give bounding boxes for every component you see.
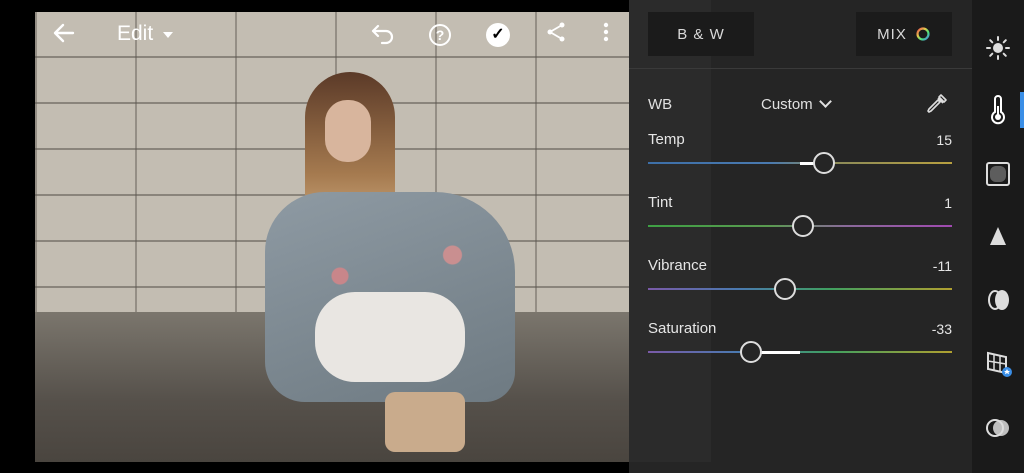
eyedropper-icon[interactable] bbox=[925, 92, 949, 116]
more-vertical-icon[interactable] bbox=[591, 20, 621, 50]
back-arrow-icon[interactable] bbox=[49, 20, 79, 50]
undo-icon[interactable] bbox=[368, 20, 398, 50]
saturation-label: Saturation bbox=[648, 320, 717, 337]
tool-rail bbox=[972, 0, 1024, 473]
tint-label: Tint bbox=[648, 194, 673, 211]
temp-value: 15 bbox=[936, 132, 952, 148]
wb-label: WB bbox=[648, 96, 673, 113]
subject-shoes bbox=[385, 392, 465, 452]
done-check-icon[interactable]: ✓ bbox=[483, 20, 513, 50]
effects-icon[interactable] bbox=[982, 158, 1014, 190]
presets-icon[interactable] bbox=[982, 412, 1014, 444]
subject-pants bbox=[315, 292, 465, 382]
share-icon[interactable] bbox=[541, 20, 571, 50]
temp-label: Temp bbox=[648, 131, 685, 148]
vibrance-slider-handle[interactable] bbox=[774, 278, 796, 300]
mix-button[interactable]: MIX bbox=[856, 12, 952, 56]
mix-label: MIX bbox=[877, 25, 907, 43]
subject-face bbox=[325, 100, 371, 162]
saturation-slider-handle[interactable] bbox=[740, 341, 762, 363]
help-icon[interactable]: ? bbox=[425, 20, 455, 50]
detail-icon[interactable] bbox=[982, 221, 1014, 253]
photo-canvas[interactable] bbox=[35, 12, 629, 462]
panel-shade bbox=[629, 0, 711, 462]
edit-menu-caret-icon[interactable] bbox=[163, 32, 173, 38]
active-tool-indicator bbox=[1020, 92, 1024, 128]
panel-divider bbox=[629, 68, 972, 69]
chevron-down-icon bbox=[818, 95, 832, 108]
vibrance-slider[interactable] bbox=[648, 278, 952, 300]
wb-dropdown[interactable]: Custom bbox=[761, 95, 832, 113]
color-wheel-icon bbox=[916, 27, 930, 41]
saturation-slider[interactable] bbox=[648, 341, 952, 363]
tint-slider-handle[interactable] bbox=[792, 215, 814, 237]
top-toolbar: Edit ? ✓ bbox=[35, 12, 629, 58]
color-panel: B & W MIX WB Custom Temp 15 Tint 1 Vibra… bbox=[629, 0, 972, 473]
bw-button[interactable]: B & W bbox=[648, 12, 754, 56]
bw-label: B & W bbox=[677, 25, 725, 43]
color-icon[interactable] bbox=[982, 94, 1014, 126]
wb-value: Custom bbox=[761, 96, 813, 113]
edit-menu-label[interactable]: Edit bbox=[117, 22, 153, 46]
optics-icon[interactable] bbox=[982, 284, 1014, 316]
vibrance-value: -11 bbox=[932, 258, 952, 274]
temp-slider[interactable] bbox=[648, 152, 952, 174]
geometry-icon[interactable] bbox=[982, 347, 1014, 379]
light-icon[interactable] bbox=[982, 32, 1014, 64]
saturation-value: -33 bbox=[931, 321, 952, 337]
photo-subject bbox=[245, 72, 515, 462]
vibrance-label: Vibrance bbox=[648, 257, 707, 274]
tint-value: 1 bbox=[944, 195, 952, 211]
temp-slider-handle[interactable] bbox=[813, 152, 835, 174]
tint-slider[interactable] bbox=[648, 215, 952, 237]
